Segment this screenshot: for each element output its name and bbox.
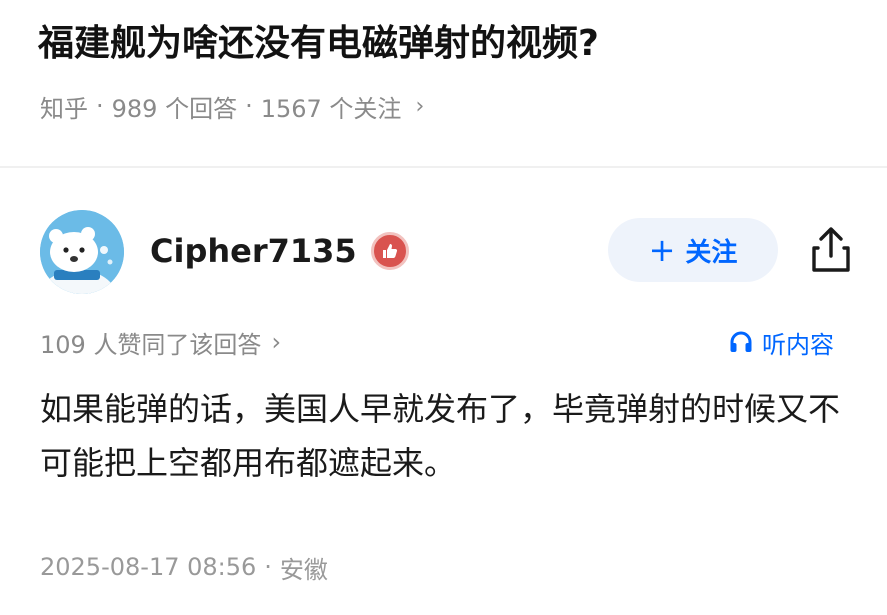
follower-count: 1567 个关注	[260, 94, 402, 123]
question-meta[interactable]: 知乎 · 989 个回答 · 1567 个关注 ›	[40, 84, 424, 128]
avatar[interactable]	[40, 210, 124, 294]
follow-button[interactable]: + 关注	[608, 218, 778, 282]
author-info: Cipher7135	[150, 226, 409, 276]
section-divider	[0, 166, 887, 168]
likes-text: 109 人赞同了该回答	[40, 330, 262, 359]
thumbs-up-badge-icon	[370, 232, 409, 270]
answer-count: 989 个回答	[111, 94, 238, 123]
follow-button-label: 关注	[685, 237, 738, 268]
share-icon[interactable]	[806, 224, 856, 276]
answer-footer: 2025-08-17 08:56 · 安徽	[40, 546, 328, 588]
chevron-right-icon: ›	[271, 328, 282, 356]
answer-location: 安徽	[279, 555, 328, 584]
polar-bear-avatar-icon	[40, 210, 124, 294]
author-name[interactable]: Cipher7135	[150, 232, 357, 270]
listen-button[interactable]: 听内容	[728, 322, 834, 362]
source-label: 知乎	[40, 94, 88, 123]
question-title[interactable]: 福建舰为啥还没有电磁弹射的视频?	[38, 16, 868, 72]
headphones-icon	[730, 331, 752, 352]
likes-summary[interactable]: 109 人赞同了该回答 ›	[40, 322, 281, 362]
plus-icon: +	[648, 231, 676, 269]
meta-separator: ·	[245, 92, 253, 120]
listen-label: 听内容	[762, 330, 834, 359]
answer-timestamp: 2025-08-17 08:56	[40, 553, 257, 581]
answer-content[interactable]: 如果能弹的话，美国人早就发布了，毕竟弹射的时候又不可能把上空都用布都遮起来。	[40, 382, 860, 490]
footer-separator: ·	[264, 553, 272, 581]
chevron-right-icon: ›	[415, 93, 425, 119]
meta-separator: ·	[96, 92, 104, 120]
